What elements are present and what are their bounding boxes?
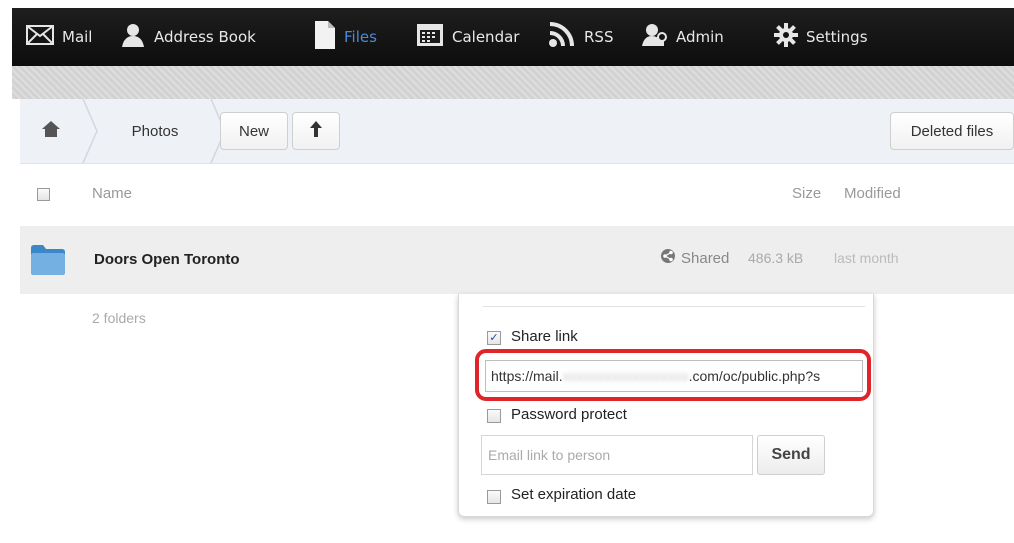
shared-indicator[interactable]: Shared [660, 248, 729, 268]
upload-arrow-icon [309, 120, 323, 142]
mail-icon [26, 24, 54, 50]
nav-rss[interactable]: RSS [548, 8, 613, 66]
nav-files-label: Files [344, 28, 377, 46]
deleted-files-button[interactable]: Deleted files [890, 112, 1014, 150]
rss-icon [548, 21, 576, 53]
folder-icon [30, 243, 66, 276]
toolbar-separator [12, 66, 1014, 99]
gear-icon [774, 22, 798, 52]
shared-label: Shared [681, 249, 730, 267]
email-link-input[interactable]: Email link to person [481, 435, 753, 475]
share-dropdown: ✓ Share link https://mail.xxxxxxxxxxxxxx… [458, 294, 874, 517]
nav-settings[interactable]: Settings [774, 8, 868, 66]
nav-admin[interactable]: Admin [642, 8, 724, 66]
nav-admin-label: Admin [676, 28, 724, 46]
breadcrumb-separator [82, 99, 98, 163]
column-name[interactable]: Name [92, 185, 132, 202]
nav-address-book[interactable]: Address Book [120, 8, 256, 66]
top-navigation: Mail Address Book Files Calendar RSS Adm… [12, 8, 1014, 66]
send-button[interactable]: Send [757, 435, 825, 475]
breadcrumb-photos[interactable]: Photos [100, 99, 210, 163]
password-protect-label: Password protect [511, 406, 627, 423]
home-icon [41, 120, 61, 143]
file-size: 486.3 kB [748, 250, 804, 266]
share-link-label: Share link [511, 328, 578, 345]
password-protect-checkbox[interactable] [487, 409, 501, 423]
nav-address-book-label: Address Book [154, 28, 256, 46]
expiration-date-label: Set expiration date [511, 486, 637, 503]
folder-count-summary: 2 folders [92, 310, 146, 326]
share-icon [660, 248, 676, 268]
person-icon [120, 23, 146, 52]
breadcrumb-home[interactable] [20, 99, 82, 163]
nav-calendar-label: Calendar [452, 28, 520, 46]
redacted-domain: xxxxxxxxxxxxxxxxxx [562, 368, 689, 384]
file-name[interactable]: Doors Open Toronto [94, 251, 240, 268]
nav-files[interactable]: Files [314, 8, 377, 66]
app-frame: Mail Address Book Files Calendar RSS Adm… [12, 8, 1014, 543]
file-modified: last month [834, 250, 899, 266]
share-link-url-field[interactable]: https://mail.xxxxxxxxxxxxxxxxxx.com/oc/p… [485, 360, 863, 392]
column-modified[interactable]: Modified [844, 185, 901, 202]
nav-calendar[interactable]: Calendar [416, 8, 519, 66]
file-icon [314, 20, 336, 55]
link-url-suffix: .com/oc/public.php?s [688, 368, 821, 384]
file-list-header: Name Size Modified [20, 164, 1014, 226]
nav-settings-label: Settings [806, 28, 868, 46]
controls-bar: Photos New Deleted files [20, 99, 1014, 164]
nav-rss-label: RSS [584, 28, 614, 46]
nav-mail-label: Mail [62, 28, 93, 46]
column-size[interactable]: Size [792, 185, 821, 202]
share-link-checkbox[interactable]: ✓ [487, 331, 501, 345]
new-button[interactable]: New [220, 112, 288, 150]
link-url-prefix: https://mail. [491, 368, 563, 384]
upload-button[interactable] [292, 112, 340, 150]
select-all-checkbox[interactable] [37, 188, 50, 201]
dropdown-divider [483, 306, 865, 307]
admin-icon [642, 23, 668, 52]
calendar-icon [416, 23, 444, 52]
nav-mail[interactable]: Mail [26, 8, 92, 66]
table-row[interactable]: Doors Open Toronto Shared 486.3 kB last … [20, 226, 1014, 294]
expiration-date-checkbox[interactable] [487, 490, 501, 504]
